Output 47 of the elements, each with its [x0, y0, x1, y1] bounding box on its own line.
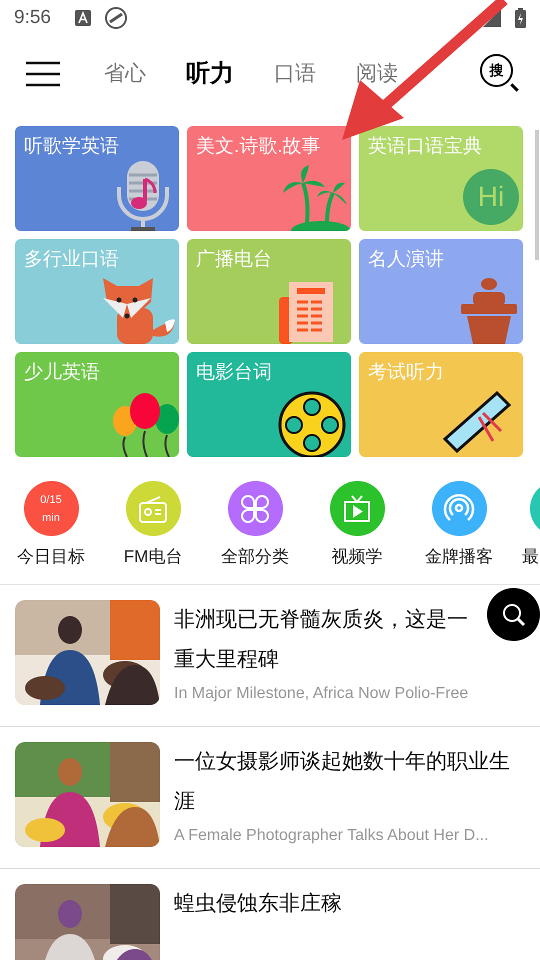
shortcut-label[interactable]: 最	[522, 544, 539, 570]
tv-play-icon	[342, 494, 372, 524]
tile-label: 少儿英语	[24, 361, 100, 385]
tile-label: 英语口语宝典	[368, 135, 482, 159]
article-subtitle: In Major Milestone, Africa Now Polio-Free	[174, 684, 470, 704]
category-tab[interactable]: 口语	[274, 58, 316, 90]
search-icon	[500, 602, 526, 628]
shortcut-label[interactable]: FM电台	[124, 544, 182, 570]
goal-progress: 0/15	[40, 492, 62, 508]
microphone-icon	[115, 159, 171, 231]
clover-grid-icon	[240, 494, 270, 524]
shortcut-label[interactable]: 全部分类	[221, 544, 289, 570]
podium-speaker-icon	[461, 278, 517, 344]
shortcut-label[interactable]: 视频学	[332, 544, 382, 570]
hi-speech-bubble: Hi	[463, 169, 519, 225]
category-tab[interactable]: 阅读	[356, 58, 398, 90]
article-subtitle: A Female Photographer Talks About Her D...	[174, 826, 490, 846]
signal-icon	[483, 9, 501, 27]
category-tile[interactable]: 听歌学英语	[15, 126, 179, 231]
battery-icon	[515, 8, 526, 28]
article-title[interactable]: 蝗虫侵蚀东非庄稼	[174, 884, 514, 924]
shortcut-label[interactable]: 金牌播客	[425, 544, 493, 570]
article-title[interactable]: 一位女摄影师谈起她数十年的职业生涯	[174, 742, 514, 822]
shortcut-label[interactable]: 今日目标	[17, 544, 85, 570]
diploma-scroll-icon	[441, 389, 513, 453]
floating-search-button[interactable]	[487, 588, 540, 641]
category-tile[interactable]: 电影台词	[187, 352, 351, 457]
category-tile[interactable]: 名人演讲	[359, 239, 523, 344]
menu-icon[interactable]	[26, 61, 60, 87]
newspaper-icon	[279, 282, 335, 344]
tile-label: 名人演讲	[368, 248, 444, 272]
tile-label: 美文.诗歌.故事	[196, 134, 321, 159]
category-tab[interactable]: 听力	[186, 56, 234, 92]
tile-label: 考试听力	[368, 361, 444, 385]
article-title[interactable]: 非洲现已无脊髓灰质炎，这是一重大里程碑	[174, 600, 474, 680]
goal-unit: min	[42, 510, 60, 526]
balloons-icon	[111, 391, 179, 457]
category-tile[interactable]: 美文.诗歌.故事	[187, 126, 351, 231]
tile-label: 多行业口语	[24, 248, 119, 272]
palm-tree-icon	[281, 165, 351, 231]
radio-icon	[138, 494, 168, 524]
tile-label: 广播电台	[196, 248, 272, 272]
keyboard-a-icon	[74, 10, 91, 26]
tile-label: 电影台词	[196, 361, 272, 385]
status-time: 9:56	[14, 6, 51, 30]
tile-label: 听歌学英语	[24, 135, 119, 159]
category-tab[interactable]: 省心	[104, 58, 146, 90]
